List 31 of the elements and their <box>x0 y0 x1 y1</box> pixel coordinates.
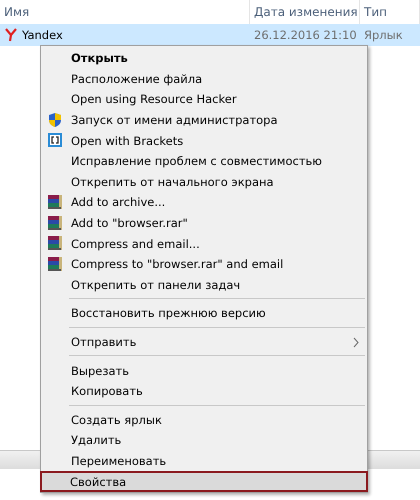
menu-item[interactable]: Создать ярлык <box>41 410 367 430</box>
menu-item[interactable]: Open using Resource Hacker <box>41 89 367 110</box>
menu-item[interactable]: Расположение файла <box>41 68 367 90</box>
file-type: Ярлык <box>363 28 404 42</box>
file-name: Yandex <box>22 28 63 42</box>
shortcut-y-icon <box>4 28 18 42</box>
menu-item[interactable]: Compress and email... <box>41 233 367 254</box>
menu-item[interactable]: Удалить <box>41 430 367 451</box>
archive-books-icon <box>47 194 63 210</box>
menu-item[interactable]: Отправить <box>41 332 367 352</box>
shield-icon <box>47 112 63 128</box>
menu-item[interactable]: Восстановить прежнюю версию <box>41 303 367 324</box>
menu-item[interactable]: Запуск от имени администратора <box>41 110 367 130</box>
archive-books-icon <box>47 214 63 231</box>
menu-item[interactable]: Исправление проблем с совместимостью <box>41 150 367 172</box>
menu-item[interactable]: Открепить от панели задач <box>41 274 367 296</box>
menu-item[interactable]: Add to "browser.rar" <box>41 212 367 234</box>
file-date: 26.12.2016 21:10 <box>253 28 358 42</box>
menu-item[interactable]: Open with Brackets <box>41 130 367 151</box>
brackets-icon <box>47 132 63 148</box>
menu-item[interactable]: Вырезать <box>41 360 367 381</box>
menu-item[interactable]: Копировать <box>41 380 367 402</box>
menu-item[interactable]: Свойства <box>40 471 368 492</box>
archive-books-icon <box>47 235 63 252</box>
archive-books-icon <box>47 256 63 272</box>
menu-item[interactable]: Compress to "browser.rar" and email <box>41 254 367 275</box>
menu-item[interactable]: Add to archive... <box>41 192 367 213</box>
menu-item[interactable]: Открепить от начального экрана <box>41 172 367 192</box>
menu-item[interactable]: Переименовать <box>41 450 367 472</box>
menu-item[interactable]: Открыть <box>41 48 367 69</box>
file-row[interactable]: Yandex 26.12.2016 21:10 Ярлык <box>0 24 420 46</box>
